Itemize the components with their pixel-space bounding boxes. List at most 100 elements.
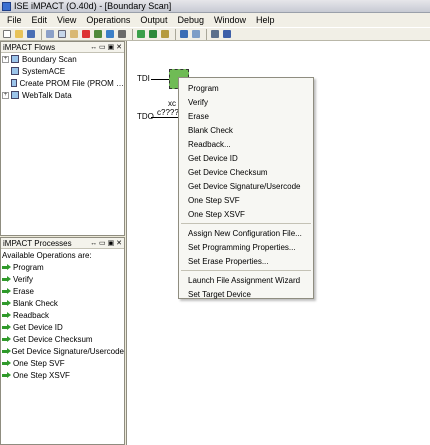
ctx-one-step-svf[interactable]: One Step SVF xyxy=(179,193,313,207)
tdo-label: TDO xyxy=(137,112,154,121)
green-arrow-icon xyxy=(2,288,11,294)
menu-separator xyxy=(181,223,311,224)
ctx-get-device-checksum[interactable]: Get Device Checksum xyxy=(179,165,313,179)
ctx-launch-wizard[interactable]: Launch File Assignment Wizard xyxy=(179,273,313,287)
initialize-chain-icon[interactable] xyxy=(136,29,146,39)
operation-label: Readback xyxy=(13,310,50,320)
title-bar: ISE iMPACT (O.40d) - [Boundary Scan] xyxy=(0,0,430,13)
operation-readback[interactable]: Readback xyxy=(1,309,124,321)
help-icon[interactable] xyxy=(222,29,232,39)
prom-file-icon xyxy=(11,79,17,87)
menu-output[interactable]: Output xyxy=(135,15,172,25)
operation-label: Erase xyxy=(13,286,34,296)
program-chain-icon[interactable] xyxy=(148,29,158,39)
flow-item-boundary-scan[interactable]: + Boundary Scan xyxy=(1,53,124,65)
menu-window[interactable]: Window xyxy=(209,15,251,25)
ctx-set-target-device[interactable]: Set Target Device xyxy=(179,287,313,301)
green-arrow-icon xyxy=(2,336,11,342)
app-icon xyxy=(2,1,11,11)
flow-item-label: Create PROM File (PROM … xyxy=(19,78,124,88)
green-arrow-icon xyxy=(2,360,11,366)
delete-icon[interactable] xyxy=(81,29,91,39)
menu-view[interactable]: View xyxy=(52,15,81,25)
menu-file[interactable]: File xyxy=(2,15,27,25)
flow-item-systemace[interactable]: SystemACE xyxy=(1,65,124,77)
flows-panel-header: iMPACT Flows ↔ ▭ ▣ ✕ xyxy=(1,42,124,53)
ctx-program[interactable]: Program xyxy=(179,81,313,95)
operation-get-device-checksum[interactable]: Get Device Checksum xyxy=(1,333,124,345)
menu-operations[interactable]: Operations xyxy=(81,15,135,25)
toolbar-separator xyxy=(175,28,176,40)
ctx-verify[interactable]: Verify xyxy=(179,95,313,109)
settings-icon[interactable] xyxy=(210,29,220,39)
chain-icon[interactable] xyxy=(93,29,103,39)
operation-erase[interactable]: Erase xyxy=(1,285,124,297)
menu-bar: File Edit View Operations Output Debug W… xyxy=(0,13,430,27)
menu-debug[interactable]: Debug xyxy=(172,15,209,25)
expander-icon[interactable]: + xyxy=(2,91,9,99)
operation-blank-check[interactable]: Blank Check xyxy=(1,297,124,309)
toolbar-separator xyxy=(41,28,42,40)
ctx-set-programming-properties[interactable]: Set Programming Properties... xyxy=(179,240,313,254)
panel-window-buttons[interactable]: ↔ ▭ ▣ ✕ xyxy=(90,239,122,247)
ctx-readback[interactable]: Readback... xyxy=(179,137,313,151)
panel-window-buttons[interactable]: ↔ ▭ ▣ ✕ xyxy=(90,43,122,51)
operation-label: Program xyxy=(13,262,44,272)
flows-panel-title: iMPACT Flows xyxy=(3,42,56,52)
operation-get-device-id[interactable]: Get Device ID xyxy=(1,321,124,333)
flow-item-label: Boundary Scan xyxy=(22,54,77,64)
tdo-wire xyxy=(151,117,179,118)
operation-label: Get Device Checksum xyxy=(13,334,93,344)
new-file-icon[interactable] xyxy=(2,29,12,39)
window-icon[interactable] xyxy=(179,29,189,39)
operation-label: One Step SVF xyxy=(13,358,65,368)
green-arrow-icon xyxy=(2,300,11,306)
cable-icon[interactable] xyxy=(160,29,170,39)
green-arrow-icon xyxy=(2,312,11,318)
ctx-blank-check[interactable]: Blank Check xyxy=(179,123,313,137)
menu-separator xyxy=(181,270,311,271)
flow-item-label: SystemACE xyxy=(22,66,66,76)
operation-label: Get Device ID xyxy=(13,322,63,332)
paste-icon[interactable] xyxy=(69,29,79,39)
boundary-scan-icon xyxy=(11,55,19,63)
ctx-get-device-signature[interactable]: Get Device Signature/Usercode xyxy=(179,179,313,193)
expander-icon[interactable]: + xyxy=(2,55,9,63)
toolbar xyxy=(0,27,430,41)
operation-one-step-xsvf[interactable]: One Step XSVF xyxy=(1,369,124,381)
tdi-wire xyxy=(151,79,169,80)
ctx-get-device-id[interactable]: Get Device ID xyxy=(179,151,313,165)
open-folder-icon[interactable] xyxy=(14,29,24,39)
save-icon[interactable] xyxy=(26,29,36,39)
ctx-assign-config-file[interactable]: Assign New Configuration File... xyxy=(179,226,313,240)
panel-icon[interactable] xyxy=(191,29,201,39)
operation-program[interactable]: Program xyxy=(1,261,124,273)
green-arrow-icon xyxy=(2,348,11,354)
device-context-menu: Program Verify Erase Blank Check Readbac… xyxy=(178,77,314,299)
webtalk-icon xyxy=(11,91,19,99)
operation-get-device-signature[interactable]: Get Device Signature/Usercode xyxy=(1,345,124,357)
green-arrow-icon xyxy=(2,324,11,330)
chain-stack-icon[interactable] xyxy=(117,29,127,39)
green-arrow-icon xyxy=(2,276,11,282)
operation-label: One Step XSVF xyxy=(13,370,70,380)
ctx-erase[interactable]: Erase xyxy=(179,109,313,123)
processes-panel: iMPACT Processes ↔ ▭ ▣ ✕ Available Opera… xyxy=(0,237,125,445)
chain-swap-icon[interactable] xyxy=(105,29,115,39)
operation-label: Blank Check xyxy=(13,298,58,308)
green-arrow-icon xyxy=(2,372,11,378)
menu-edit[interactable]: Edit xyxy=(27,15,53,25)
copy-icon[interactable] xyxy=(57,29,67,39)
operation-verify[interactable]: Verify xyxy=(1,273,124,285)
operation-label: Verify xyxy=(13,274,34,284)
device-part-label: xc xyxy=(168,99,176,108)
flow-item-create-prom[interactable]: Create PROM File (PROM … xyxy=(1,77,124,89)
menu-help[interactable]: Help xyxy=(251,15,280,25)
ctx-set-erase-properties[interactable]: Set Erase Properties... xyxy=(179,254,313,268)
green-arrow-icon xyxy=(2,264,11,270)
flow-item-webtalk[interactable]: + WebTalk Data xyxy=(1,89,124,101)
operation-one-step-svf[interactable]: One Step SVF xyxy=(1,357,124,369)
cut-icon[interactable] xyxy=(45,29,55,39)
flow-item-label: WebTalk Data xyxy=(22,90,72,100)
ctx-one-step-xsvf[interactable]: One Step XSVF xyxy=(179,207,313,221)
